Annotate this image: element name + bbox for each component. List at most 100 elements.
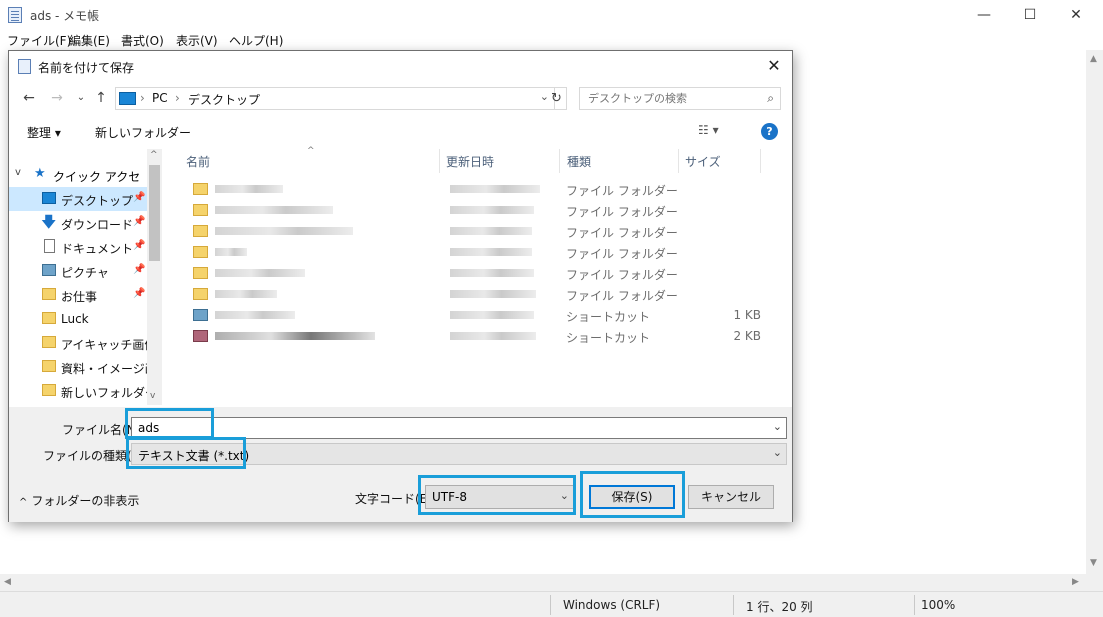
folder-icon <box>193 267 208 279</box>
notepad-menubar: ファイル(F) 編集(E) 書式(O) 表示(V) ヘルプ(H) <box>0 30 1103 50</box>
file-row[interactable]: ファイル フォルダー <box>167 242 787 263</box>
filename-field[interactable]: ⌄ <box>131 417 787 439</box>
notepad-horizontal-scrollbar[interactable]: ◀ ▶ <box>0 574 1086 591</box>
back-arrow-icon[interactable]: ← <box>19 88 39 108</box>
close-button[interactable]: ✕ <box>1053 0 1099 30</box>
column-type[interactable]: 種類 <box>567 153 591 170</box>
notepad-title: ads - メモ帳 <box>30 9 100 23</box>
status-divider <box>733 595 734 615</box>
breadcrumb-desktop[interactable]: デスクトップ <box>188 91 260 108</box>
blurred-filename <box>215 248 247 256</box>
scroll-down-icon[interactable]: v <box>150 391 155 401</box>
new-folder-button[interactable]: 新しいフォルダー <box>95 124 191 141</box>
hide-folders-label: フォルダーの非表示 <box>31 494 140 508</box>
nav-item-pictures[interactable]: ピクチャ 📌 <box>9 259 147 283</box>
column-name[interactable]: 名前 <box>186 153 210 170</box>
folder-icon <box>42 312 56 324</box>
scroll-corner <box>1086 574 1103 591</box>
blurred-date <box>450 248 532 256</box>
breadcrumb-pc[interactable]: PC <box>152 91 168 105</box>
nav-item-folder[interactable]: お仕事 📌 <box>9 283 147 307</box>
file-row[interactable]: ファイル フォルダー <box>167 284 787 305</box>
menu-edit[interactable]: 編集(E) <box>69 30 110 49</box>
file-type: ファイル フォルダー <box>566 247 678 261</box>
column-divider[interactable] <box>760 149 761 173</box>
scroll-thumb[interactable] <box>149 165 160 261</box>
pin-icon: 📌 <box>133 192 146 203</box>
folder-icon <box>42 384 56 396</box>
nav-item-folder[interactable]: 新しいフォルダー (2 <box>9 379 147 403</box>
document-icon <box>44 239 55 253</box>
file-row[interactable]: ファイル フォルダー <box>167 263 787 284</box>
help-icon[interactable]: ? <box>761 123 778 140</box>
organize-button[interactable]: 整理 ▾ <box>27 124 61 141</box>
notepad-vertical-scrollbar[interactable]: ▲ ▼ <box>1086 50 1103 574</box>
pin-icon: 📌 <box>133 240 146 251</box>
file-row[interactable]: ショートカット 1 KB <box>167 305 787 326</box>
star-icon: ★ <box>34 166 46 181</box>
column-divider[interactable] <box>678 149 679 173</box>
file-type: ファイル フォルダー <box>566 205 678 219</box>
nav-item-desktop[interactable]: デスクトップ 📌 <box>9 187 147 211</box>
menu-file[interactable]: ファイル(F) <box>7 30 71 49</box>
nav-item-folder[interactable]: Luck <box>9 307 147 331</box>
file-row[interactable]: ファイル フォルダー <box>167 221 787 242</box>
highlight-filetype <box>126 437 246 469</box>
search-icon[interactable]: ⌕ <box>767 91 774 106</box>
dialog-title-bar: 名前を付けて保存 ✕ <box>9 51 792 81</box>
blurred-date <box>450 185 540 193</box>
file-row[interactable]: ショートカット 2 KB <box>167 326 787 347</box>
sort-ascending-icon: ^ <box>307 146 315 156</box>
pc-icon <box>119 92 136 105</box>
file-row[interactable]: ファイル フォルダー <box>167 179 787 200</box>
notepad-icon <box>18 59 31 74</box>
nav-item-folder[interactable]: アイキャッチ画像 <box>9 331 147 355</box>
column-date[interactable]: 更新日時 <box>446 153 494 170</box>
scroll-right-icon[interactable]: ▶ <box>1072 577 1079 587</box>
menu-view[interactable]: 表示(V) <box>176 30 218 49</box>
shortcut-icon <box>193 309 208 321</box>
notepad-icon <box>8 7 22 23</box>
refresh-icon[interactable]: ↻ <box>547 87 567 110</box>
pin-icon: 📌 <box>133 288 146 299</box>
view-options-icon[interactable]: ☷ ▾ <box>698 123 719 137</box>
scroll-up-icon[interactable]: ▲ <box>1090 54 1097 64</box>
scroll-up-icon[interactable]: ^ <box>150 150 158 160</box>
status-divider <box>550 595 551 615</box>
blurred-filename <box>215 206 333 214</box>
filename-input[interactable] <box>132 418 762 438</box>
nav-item-downloads[interactable]: 🡇 ダウンロード 📌 <box>9 211 147 235</box>
maximize-button[interactable]: ☐ <box>1007 0 1053 30</box>
file-type: ファイル フォルダー <box>566 289 678 303</box>
hide-folders-toggle[interactable]: ^ フォルダーの非表示 <box>19 492 139 509</box>
file-type: ファイル フォルダー <box>566 184 678 198</box>
column-size[interactable]: サイズ <box>685 153 721 170</box>
download-icon: 🡇 <box>41 213 57 231</box>
file-list-header: ^ 名前 更新日時 種類 サイズ <box>167 146 787 173</box>
nav-item-folder[interactable]: 資料・イメージ画像 <box>9 355 147 379</box>
scroll-down-icon[interactable]: ▼ <box>1090 558 1097 568</box>
chevron-down-icon[interactable]: ⌄ <box>773 420 782 433</box>
chevron-down-icon[interactable]: ⌄ <box>773 446 782 459</box>
search-input[interactable] <box>580 88 758 109</box>
cancel-button[interactable]: キャンセル <box>688 485 774 509</box>
blurred-filename <box>215 185 283 193</box>
folder-icon <box>42 360 56 372</box>
dialog-close-button[interactable]: ✕ <box>760 53 788 79</box>
scroll-left-icon[interactable]: ◀ <box>4 577 11 587</box>
chevron-down-icon[interactable]: v <box>15 167 21 178</box>
menu-format[interactable]: 書式(O) <box>121 30 164 49</box>
address-bar[interactable]: › PC › デスクトップ ⌄ <box>115 87 555 110</box>
recent-locations-icon[interactable]: ⌄ <box>71 88 91 108</box>
menu-help[interactable]: ヘルプ(H) <box>229 30 283 49</box>
nav-item-documents[interactable]: ドキュメント 📌 <box>9 235 147 259</box>
file-row[interactable]: ファイル フォルダー <box>167 200 787 221</box>
search-box[interactable]: ⌕ <box>579 87 781 110</box>
minimize-button[interactable]: — <box>961 0 1007 30</box>
nav-quick-access[interactable]: v ★ クイック アクセス <box>9 163 147 201</box>
column-divider[interactable] <box>439 149 440 173</box>
forward-arrow-icon[interactable]: → <box>47 88 67 108</box>
up-arrow-icon[interactable]: ↑ <box>91 88 111 108</box>
navigation-pane-scrollbar[interactable]: ^ v <box>147 149 162 405</box>
column-divider[interactable] <box>559 149 560 173</box>
